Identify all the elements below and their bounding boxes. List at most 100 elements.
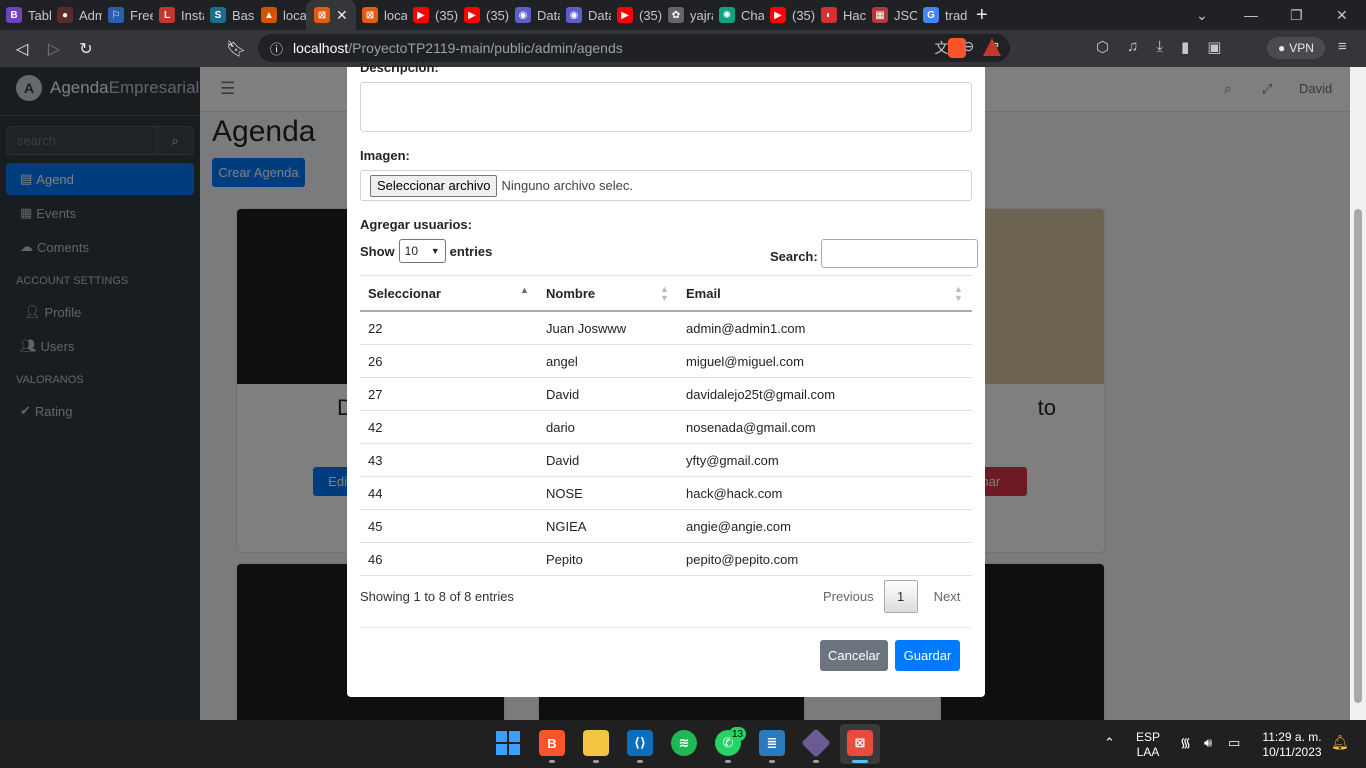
- browser-tab[interactable]: ✺ Cha: [713, 0, 764, 30]
- extensions-icon[interactable]: ⬡: [1096, 38, 1109, 56]
- tab-favicon-icon: ▦: [872, 7, 888, 23]
- close-tab-icon[interactable]: ✕: [336, 7, 348, 24]
- tab-title: (35): [486, 7, 509, 23]
- table-row[interactable]: 46 Pepito pepito@pepito.com: [360, 543, 972, 576]
- col-nombre[interactable]: Nombre: [546, 286, 595, 301]
- back-icon[interactable]: ◁: [6, 33, 38, 65]
- descripcion-textarea[interactable]: [360, 82, 972, 132]
- table-search-input[interactable]: [820, 239, 978, 268]
- browser-tab[interactable]: Gtrad: [917, 0, 968, 30]
- browser-tab[interactable]: ▦ JSO: [866, 0, 917, 30]
- previous-button[interactable]: Previous: [813, 580, 884, 613]
- brave-icon[interactable]: B: [539, 730, 565, 756]
- download-icon[interactable]: ⤓: [1156, 38, 1163, 56]
- address-bar[interactable]: ⓘ localhost/ProyectoTP2119-main/public/a…: [258, 34, 1010, 62]
- url-path: /ProyectoTP2119-main/public/admin/agends: [348, 40, 623, 56]
- volume-icon[interactable]: 🔊︎: [1204, 735, 1212, 750]
- tab-title: Insta: [181, 7, 204, 23]
- tab-search-icon[interactable]: ⌄: [1196, 0, 1208, 30]
- browser-tab[interactable]: ◐ Hac: [815, 0, 866, 30]
- bookmark-icon[interactable]: 🔖︎: [220, 33, 252, 65]
- table-row[interactable]: 43 David yfty@gmail.com: [360, 444, 972, 477]
- browser-tab[interactable]: ✿ yajra: [662, 0, 713, 30]
- git-icon[interactable]: [801, 728, 831, 758]
- col-seleccionar[interactable]: Seleccionar: [368, 286, 441, 301]
- browser-tab[interactable]: S Basi: [204, 0, 255, 30]
- brave-shield-icon[interactable]: [948, 38, 966, 58]
- browser-tab[interactable]: ⊠ loca: [356, 0, 407, 30]
- chevron-up-icon[interactable]: ⌃: [1104, 735, 1115, 750]
- vscode-icon[interactable]: ⟨⟩: [627, 730, 653, 756]
- sidebar-toggle-icon[interactable]: ▮: [1181, 38, 1189, 56]
- notification-bell-icon[interactable]: 🔔︎: [1331, 735, 1349, 750]
- browser-tab[interactable]: ⚐ Free: [102, 0, 153, 30]
- browser-tab[interactable]: ▲ loca: [255, 0, 306, 30]
- browser-tab[interactable]: ◉ Data: [560, 0, 611, 30]
- table-row[interactable]: 22 Juan Joswww admin@admin1.com: [360, 312, 972, 345]
- minimize-icon[interactable]: —: [1244, 0, 1258, 30]
- tab-favicon-icon: ✿: [668, 7, 684, 23]
- choose-file-button[interactable]: Seleccionar archivo: [370, 174, 498, 197]
- restore-icon[interactable]: ❐: [1290, 0, 1303, 30]
- menu-icon[interactable]: ≡: [1338, 38, 1347, 55]
- table-row[interactable]: 42 dario nosenada@gmail.com: [360, 411, 972, 444]
- running-indicator: [725, 760, 731, 763]
- tab-favicon-icon: ▶: [617, 7, 633, 23]
- page-1-button[interactable]: 1: [883, 580, 918, 613]
- brave-rewards-icon[interactable]: [983, 38, 1001, 56]
- tab-favicon-icon: L: [159, 7, 175, 23]
- file-explorer-icon[interactable]: [583, 730, 609, 756]
- col-email[interactable]: Email: [686, 286, 721, 301]
- save-button[interactable]: Guardar: [895, 640, 960, 671]
- tab-favicon-icon: ●: [57, 7, 73, 23]
- tab-title: loca: [384, 7, 407, 23]
- browser-tab[interactable]: ▶ (35): [764, 0, 815, 30]
- search-label: Search:: [770, 248, 818, 264]
- vpn-button[interactable]: ● VPN: [1267, 37, 1325, 59]
- cell-email: admin@admin1.com: [686, 320, 806, 336]
- table-row[interactable]: 44 NOSE hack@hack.com: [360, 477, 972, 510]
- translate-icon[interactable]: 文: [935, 38, 949, 58]
- browser-tab[interactable]: B Tabl: [0, 0, 51, 30]
- table-row[interactable]: 26 angel miguel@miguel.com: [360, 345, 972, 378]
- wifi-icon[interactable]: ᯾: [1180, 735, 1191, 750]
- browser-tab[interactable]: ⊠ ✕: [306, 0, 356, 30]
- cancel-button[interactable]: Cancelar: [820, 640, 888, 671]
- browser-tab[interactable]: ▶ (35): [407, 0, 458, 30]
- next-button[interactable]: Next: [924, 580, 971, 613]
- clock[interactable]: 11:29 a. m. 10/11/2023: [1260, 730, 1324, 760]
- battery-icon[interactable]: ▭: [1228, 735, 1240, 750]
- forward-icon[interactable]: ▷: [38, 33, 70, 65]
- browser-tab[interactable]: ▶ (35): [458, 0, 509, 30]
- scrollbar-thumb[interactable]: [1354, 209, 1362, 703]
- tab-title: (35): [639, 7, 662, 23]
- media-icon[interactable]: ♫: [1127, 38, 1138, 56]
- language-indicator[interactable]: ESP LAA: [1136, 730, 1160, 760]
- table-row[interactable]: 45 NGIEA angie@angie.com: [360, 510, 972, 543]
- imagen-file-input[interactable]: Seleccionar archivo Ninguno archivo sele…: [360, 170, 972, 201]
- xampp-icon[interactable]: ⊠: [847, 730, 873, 756]
- new-tab-icon[interactable]: +: [976, 4, 988, 27]
- reload-icon[interactable]: ↻: [70, 33, 102, 65]
- page-scrollbar[interactable]: [1350, 67, 1366, 720]
- spotify-icon[interactable]: ≋: [671, 730, 697, 756]
- tab-favicon-icon: S: [210, 7, 226, 23]
- close-window-icon[interactable]: ✕: [1336, 0, 1348, 30]
- browser-tab[interactable]: ● Adm: [51, 0, 102, 30]
- wallet-icon[interactable]: ▣: [1207, 38, 1221, 56]
- browser-tab[interactable]: ▶ (35): [611, 0, 662, 30]
- entries-length: Show 10 ▼ entries: [360, 239, 492, 263]
- site-info-icon[interactable]: ⓘ: [270, 39, 283, 58]
- notepad-icon[interactable]: ≣: [759, 730, 785, 756]
- entries-select[interactable]: 10 ▼: [398, 239, 446, 263]
- cell-nombre: NGIEA: [546, 518, 587, 534]
- cell-nombre: David: [546, 452, 580, 468]
- windows-taskbar: B ⟨⟩ ≋ ✆ 13 ≣ ⊠ ⌃ ESP LAA ᯾ 🔊︎ ▭ 11:29 a…: [0, 720, 1366, 768]
- windows-start-icon[interactable]: [495, 730, 521, 756]
- table-row[interactable]: 27 David davidalejo25t@gmail.com: [360, 378, 972, 411]
- active-indicator: [852, 760, 868, 763]
- browser-tab-strip: BTabl●Adm⚐FreeLInstaSBasi▲loca⊠✕⊠loca▶(3…: [0, 0, 1366, 30]
- browser-tab[interactable]: L Insta: [153, 0, 204, 30]
- browser-tab[interactable]: ◉ Data: [509, 0, 560, 30]
- tab-favicon-icon: ▶: [413, 7, 429, 23]
